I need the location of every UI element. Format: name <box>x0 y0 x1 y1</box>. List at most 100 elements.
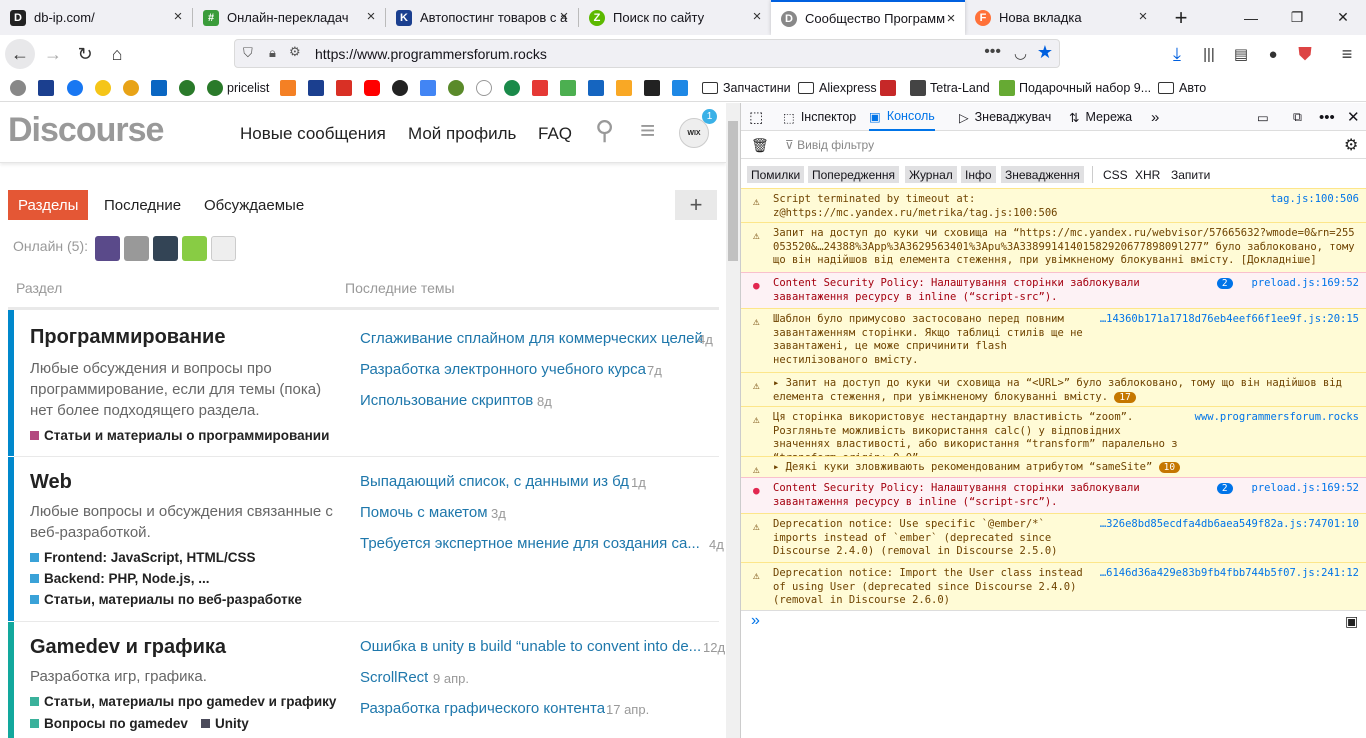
subcategory-link[interactable]: Статьи, материалы про gamedev и графику <box>30 694 336 709</box>
nav-my-profile[interactable]: Мой профиль <box>408 124 516 144</box>
subcategory-link[interactable]: Статьи и материалы о программировании <box>30 428 329 443</box>
bookmark-icon[interactable] <box>308 79 328 97</box>
online-user-avatar[interactable] <box>95 236 120 261</box>
menu-icon[interactable]: ≡ <box>1332 39 1362 69</box>
tab-debugger[interactable]: ▷ Зневаджувач <box>959 103 1051 131</box>
category-title[interactable]: Программирование <box>30 326 225 349</box>
filter-input[interactable]: ⊽ Вивід фільтру <box>785 138 874 152</box>
tab-categories[interactable]: Разделы <box>8 190 89 220</box>
topic-link[interactable]: ScrollRect <box>360 669 428 686</box>
page-scrollbar[interactable] <box>726 103 740 738</box>
topic-link[interactable]: Требуется экспертное мнение для создания… <box>360 535 700 552</box>
notification-badge[interactable]: 1 <box>702 109 717 124</box>
console-message[interactable]: ⚠ Deprecation notice: Use specific `@emb… <box>741 513 1366 562</box>
bookmark-icon[interactable] <box>280 79 300 97</box>
bookmark-tetra-land[interactable]: Tetra-Land <box>910 79 990 97</box>
library-icon[interactable]: ||| <box>1194 39 1224 69</box>
extension-shield-icon[interactable]: ⛊ <box>1290 39 1320 69</box>
new-topic-button[interactable]: + <box>675 190 717 220</box>
downloads-button[interactable]: ⤓ <box>1162 39 1192 69</box>
online-user-avatar[interactable] <box>124 236 149 261</box>
bookmark-icon[interactable] <box>151 79 171 97</box>
browser-tab[interactable]: D db-ip.com/ × <box>0 0 192 35</box>
filter-debug[interactable]: Зневадження <box>1001 166 1084 183</box>
editor-toggle-icon[interactable]: ▣ <box>1345 613 1358 630</box>
bookmark-icon[interactable] <box>672 79 692 97</box>
bookmark-icon[interactable] <box>38 79 58 97</box>
message-source[interactable]: …14360b171a1718d76eb4eef66f1ee9f.js:20:1… <box>1100 313 1359 327</box>
bookmark-icon[interactable] <box>588 79 608 97</box>
bookmark-icon[interactable] <box>67 79 87 97</box>
bookmark-icon[interactable] <box>179 79 199 97</box>
tab-network[interactable]: ⇅ Мережа <box>1069 103 1132 131</box>
close-icon[interactable]: × <box>363 9 379 25</box>
back-button[interactable]: ← <box>5 39 35 69</box>
url-bar[interactable]: ⛉ 🔒︎ ⚙ https://www.programmersforum.rock… <box>234 39 1060 68</box>
filter-css[interactable]: CSS <box>1099 166 1132 183</box>
options-icon[interactable]: ••• <box>1319 103 1335 131</box>
url-text[interactable]: https://www.programmersforum.rocks <box>315 46 547 62</box>
message-source[interactable]: www.programmersforum.rocks <box>1195 411 1359 425</box>
bookmark-icon[interactable] <box>560 79 580 97</box>
home-button[interactable]: ⌂ <box>102 39 132 69</box>
subcategory-link[interactable]: Frontend: JavaScript, HTML/CSS <box>30 550 256 565</box>
pocket-icon[interactable]: ◡ <box>1014 44 1027 62</box>
close-icon[interactable]: × <box>556 9 572 25</box>
hamburger-menu-icon[interactable]: ≡ <box>640 115 655 146</box>
search-icon[interactable]: ⚲ <box>595 115 614 146</box>
reload-button[interactable]: ↻ <box>70 39 100 69</box>
lock-icon[interactable]: 🔒︎ <box>269 45 276 61</box>
tab-console[interactable]: ▣ Консоль <box>869 103 935 131</box>
bookmark-icon[interactable] <box>880 79 900 97</box>
subcategory-link[interactable]: Вопросы по gamedev <box>30 716 188 731</box>
topic-link[interactable]: Помочь с макетом <box>360 504 488 521</box>
bookmark-icon[interactable] <box>123 79 143 97</box>
bookmark-icon[interactable] <box>644 79 664 97</box>
pick-element-icon[interactable]: ⬚ <box>749 103 763 131</box>
browser-tab-active[interactable]: D Сообщество Программ × <box>771 0 965 35</box>
topic-link[interactable]: Сглаживание сплайном для коммерческих це… <box>360 330 702 347</box>
shield-icon[interactable]: ⛉ <box>243 45 253 61</box>
maximize-button[interactable]: ❐ <box>1274 0 1320 35</box>
topic-link[interactable]: Разработка электронного учебного курса <box>360 361 646 378</box>
dock-icon[interactable]: ⧉ <box>1293 103 1302 131</box>
bookmark-icon[interactable] <box>10 79 30 97</box>
page-actions-icon[interactable]: ••• <box>984 43 1001 61</box>
new-tab-button[interactable]: + <box>1158 0 1204 35</box>
topic-link[interactable]: Использование скриптов <box>360 392 533 409</box>
console-message[interactable]: ⚠ Шаблон було примусово застосовано пере… <box>741 308 1366 372</box>
responsive-icon[interactable]: ▭ <box>1257 103 1269 131</box>
console-message[interactable]: ● Content Security Policy: Налаштування … <box>741 272 1366 308</box>
settings-gear-icon[interactable]: ⚙ <box>1344 135 1358 155</box>
minimize-button[interactable]: — <box>1228 0 1274 35</box>
tab-inspector[interactable]: ⬚ Інспектор <box>783 103 856 131</box>
topic-link[interactable]: Ошибка в unity в build “unable to conven… <box>360 638 701 655</box>
more-tabs-icon[interactable]: » <box>1151 103 1159 131</box>
nav-faq[interactable]: FAQ <box>538 124 572 144</box>
bookmark-folder-auto[interactable]: Авто <box>1158 79 1206 97</box>
tab-latest[interactable]: Последние <box>94 190 191 220</box>
message-source[interactable]: …6146d36a429e83b9fb4fbb744b5f07.js:241:1… <box>1100 567 1359 581</box>
message-source[interactable]: …326e8bd85ecdfa4db6aea549f82a.js:74701:1… <box>1100 518 1359 532</box>
console-message[interactable]: ⚠ Deprecation notice: Import the User cl… <box>741 562 1366 610</box>
bookmark-folder-aliexpress[interactable]: Aliexpress <box>798 79 877 97</box>
bookmark-icon[interactable] <box>392 79 412 97</box>
console-message[interactable]: ● Content Security Policy: Налаштування … <box>741 477 1366 513</box>
online-user-avatar[interactable] <box>153 236 178 261</box>
close-devtools-icon[interactable]: ✕ <box>1347 103 1360 131</box>
site-logo[interactable]: Discourse <box>8 111 164 150</box>
filter-errors[interactable]: Помилки <box>747 166 805 183</box>
close-icon[interactable]: × <box>749 9 765 25</box>
filter-logs[interactable]: Журнал <box>905 166 957 183</box>
account-icon[interactable]: ● <box>1258 39 1288 69</box>
close-icon[interactable]: × <box>943 11 959 27</box>
bookmark-icon[interactable] <box>364 79 384 97</box>
browser-tab[interactable]: F Нова вкладка × <box>965 0 1157 35</box>
bookmark-icon[interactable] <box>95 79 115 97</box>
message-source[interactable]: preload.js:169:52 <box>1252 482 1359 494</box>
trash-icon[interactable]: 🗑︎ <box>751 137 769 154</box>
topic-link[interactable]: Выпадающий список, с данными из бд <box>360 473 629 490</box>
bookmark-icon[interactable] <box>504 79 524 97</box>
bookmark-icon[interactable] <box>420 79 440 97</box>
bookmark-icon[interactable] <box>532 79 552 97</box>
